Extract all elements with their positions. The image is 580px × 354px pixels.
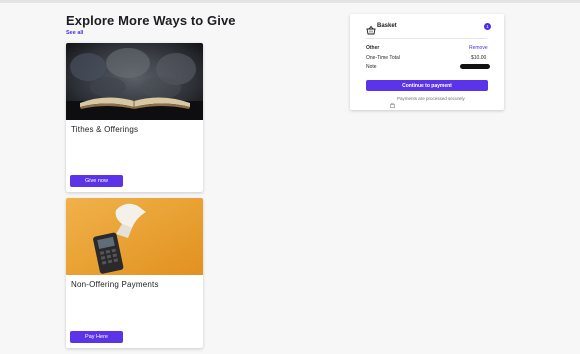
secure-notice: Payments are processed securely xyxy=(390,95,465,108)
note-label: Note xyxy=(366,64,377,70)
giving-card-non-offering[interactable]: Non-Offering Payments Pay Here xyxy=(66,198,203,348)
card-terminal-image xyxy=(66,198,203,275)
open-bible-image xyxy=(66,43,203,120)
top-bar xyxy=(0,0,580,3)
see-all-link[interactable]: See all xyxy=(66,30,83,36)
secure-text: Payments are processed securely xyxy=(397,95,465,101)
total-value: $10.00 xyxy=(471,55,487,61)
card-title: Non-Offering Payments xyxy=(71,280,159,289)
pay-here-button[interactable]: Pay Here xyxy=(70,331,123,343)
remove-link[interactable]: Remove xyxy=(469,45,488,51)
continue-to-payment-button[interactable]: Continue to payment xyxy=(366,80,488,91)
redacted-note xyxy=(460,64,490,69)
card-title: Tithes & Offerings xyxy=(71,125,139,134)
total-label: One-Time Total xyxy=(366,55,400,61)
basket-count-badge: 1 xyxy=(484,23,491,30)
page-title: Explore More Ways to Give xyxy=(66,13,236,28)
basket-item-name: Other xyxy=(366,45,380,51)
basket-title: Basket xyxy=(377,23,397,29)
lock-icon xyxy=(390,95,395,108)
basket-panel: Basket 1 Other Remove One-Time Total $10… xyxy=(350,14,504,110)
divider xyxy=(366,38,487,39)
basket-icon xyxy=(366,22,376,35)
give-now-button[interactable]: Give now xyxy=(70,175,123,187)
giving-card-tithes[interactable]: Tithes & Offerings Give now xyxy=(66,43,203,192)
